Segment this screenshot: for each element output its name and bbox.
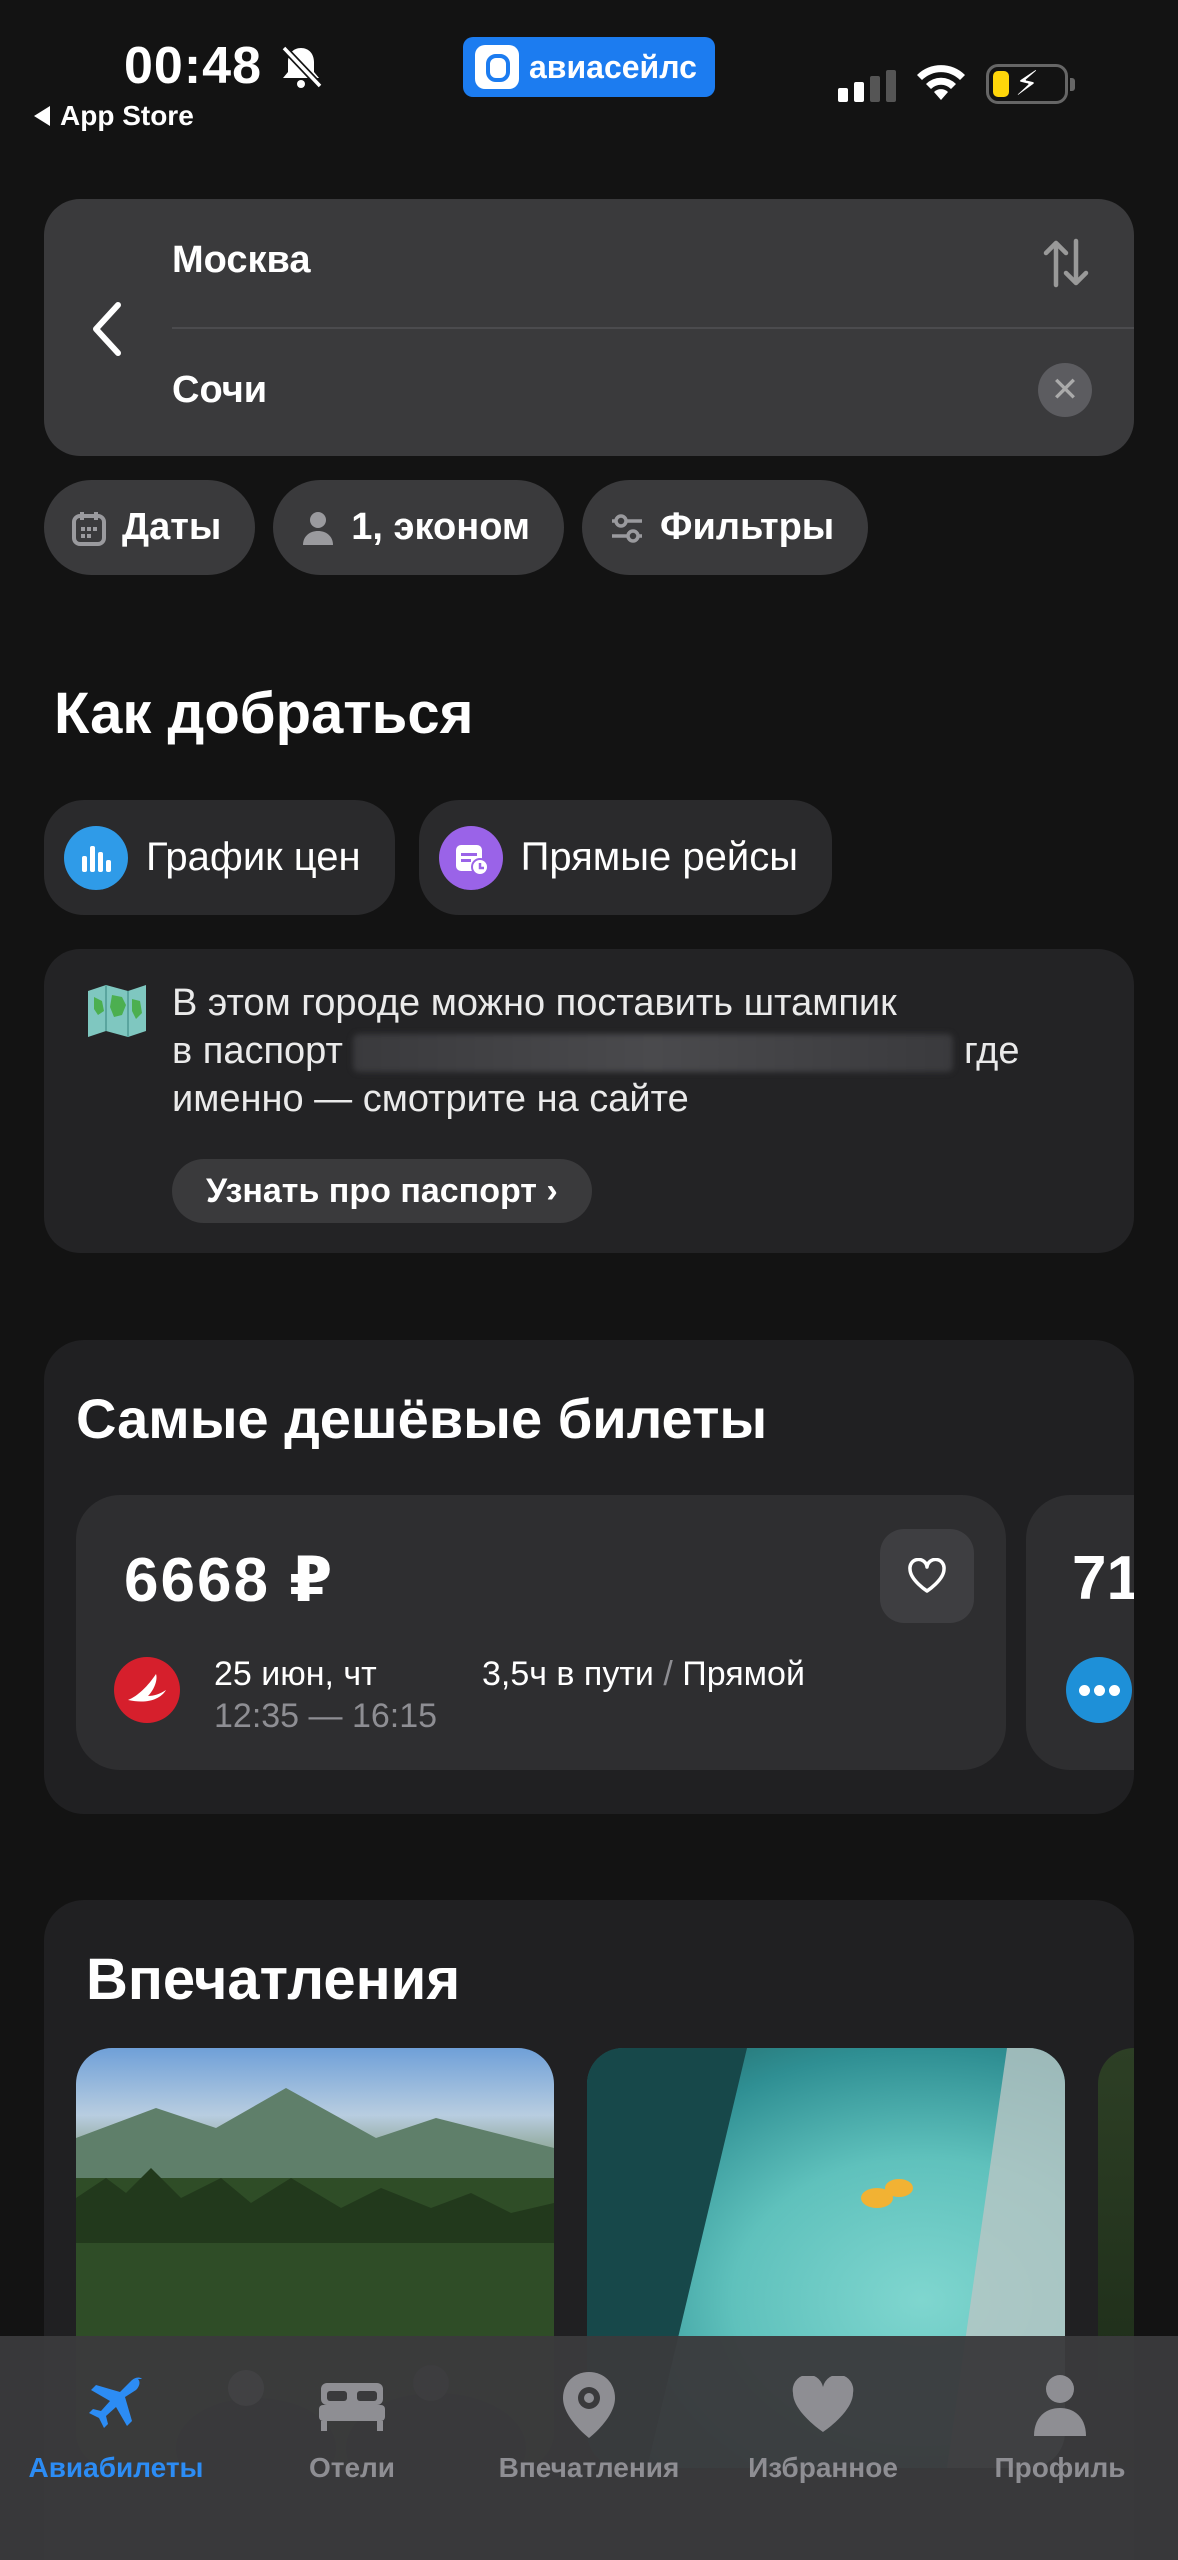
battery-icon: ⚡ [986,64,1075,104]
dates-chip-label: Даты [122,506,222,548]
tab-flights-label: Авиабилеты [28,2452,204,2483]
brand-label: авиасейлс [529,48,697,85]
charging-bolt-icon: ⚡ [1015,65,1039,103]
info-line-2-end: где [964,1030,1020,1072]
passengers-chip[interactable]: 1, эконом [273,480,565,575]
ticket-card-next[interactable]: 71 [1026,1495,1134,1770]
tab-bar: Авиабилеты Отели Впечатления Избранное П… [0,2336,1178,2560]
redacted-text [353,1033,954,1072]
tab-flights[interactable]: Авиабилеты [6,2366,226,2484]
sliders-icon [612,513,643,543]
filters-chip-label: Фильтры [660,506,835,548]
ticket-price: 6668 ₽ [124,1546,335,1615]
learn-about-passport-button[interactable]: Узнать про паспорт › [172,1159,592,1223]
info-line-3: именно — смотрите на сайте [172,1078,689,1120]
location-pin-icon [563,2372,615,2438]
bed-icon [319,2383,385,2431]
bell-muted-icon [281,45,323,89]
favorite-button[interactable] [880,1529,974,1623]
price-chart-button[interactable]: График цен [44,800,395,915]
info-text: В этом городе можно поставить штампик в … [172,979,1092,1123]
price-chart-label: График цен [146,835,361,879]
back-chevron-icon[interactable] [86,299,128,359]
airline-logo-icon [114,1657,180,1723]
tab-favorites[interactable]: Избранное [713,2366,933,2484]
aviasales-logo-icon [475,45,519,89]
direct-flights-label: Прямые рейсы [520,835,798,879]
info-line-1: В этом городе можно поставить штампик [172,982,897,1024]
tab-favorites-label: Избранное [748,2452,898,2483]
swap-icon[interactable] [1042,235,1090,291]
filters-chip[interactable]: Фильтры [582,480,869,575]
brand-badge: авиасейлс [463,37,715,97]
clear-destination-button[interactable]: ✕ [1038,363,1092,417]
cellular-signal-icon [838,70,896,102]
passport-stamp-info-card: В этом городе можно поставить штампик в … [44,949,1134,1253]
dates-chip[interactable]: Даты [44,480,256,575]
field-divider [172,327,1134,329]
person-icon [303,511,334,545]
calendar-clock-icon [438,825,503,890]
heart-icon [792,2376,854,2432]
direct-flights-button[interactable]: Прямые рейсы [418,800,832,915]
tab-experiences-label: Впечатления [498,2452,680,2483]
flight-date: 25 июн, чт [214,1655,377,1693]
heart-outline-icon [908,1558,946,1593]
section-title-experiences: Впечатления [86,1947,461,2012]
flight-type: Прямой [682,1655,805,1693]
origin-field[interactable]: Москва [172,239,311,282]
route-search-card: Москва Сочи ✕ [44,199,1134,456]
calendar-icon [72,511,106,546]
section-title-how-to-get: Как добраться [54,681,474,746]
passengers-chip-label: 1, эконом [351,506,531,548]
flight-times: 12:35 — 16:15 [214,1697,438,1735]
tab-profile[interactable]: Профиль [950,2366,1170,2484]
bar-chart-icon [64,825,128,890]
flight-duration-text: 3,5ч в пути [482,1655,654,1693]
tab-hotels[interactable]: Отели [242,2366,462,2484]
tab-profile-label: Профиль [994,2452,1126,2483]
tab-hotels-label: Отели [308,2452,396,2483]
filter-chips: Даты 1, эконом Фильтры [44,480,869,575]
cheapest-tickets-section: Самые дешёвые билеты 6668 ₽ 25 июн, чт 1… [44,1340,1134,1814]
tab-experiences[interactable]: Впечатления [479,2366,699,2484]
section-title-cheapest: Самые дешёвые билеты [76,1387,768,1450]
ticket-price-next: 71 [1072,1544,1134,1613]
destination-field[interactable]: Сочи [172,369,267,412]
flight-duration: 3,5ч в пути / Прямой [482,1655,805,1694]
back-app-label: App Store [60,100,194,131]
airplane-icon [89,2377,142,2428]
duration-separator: / [663,1655,673,1693]
info-line-2-start: в паспорт [172,1030,343,1072]
wifi-icon [917,65,965,100]
status-time: 00:48 [124,37,262,95]
status-bar: 00:48 App Store авиасейлс ⚡ [0,0,1178,150]
airline-logo-icon [1066,1657,1132,1723]
back-triangle-icon [34,106,50,126]
ticket-card[interactable]: 6668 ₽ 25 июн, чт 12:35 — 16:15 3,5ч в п… [76,1495,1006,1770]
back-to-app-store-link[interactable]: App Store [34,100,194,132]
map-icon [88,985,146,1037]
quick-actions: График цен Прямые рейсы [44,800,832,915]
profile-icon [1034,2375,1086,2436]
